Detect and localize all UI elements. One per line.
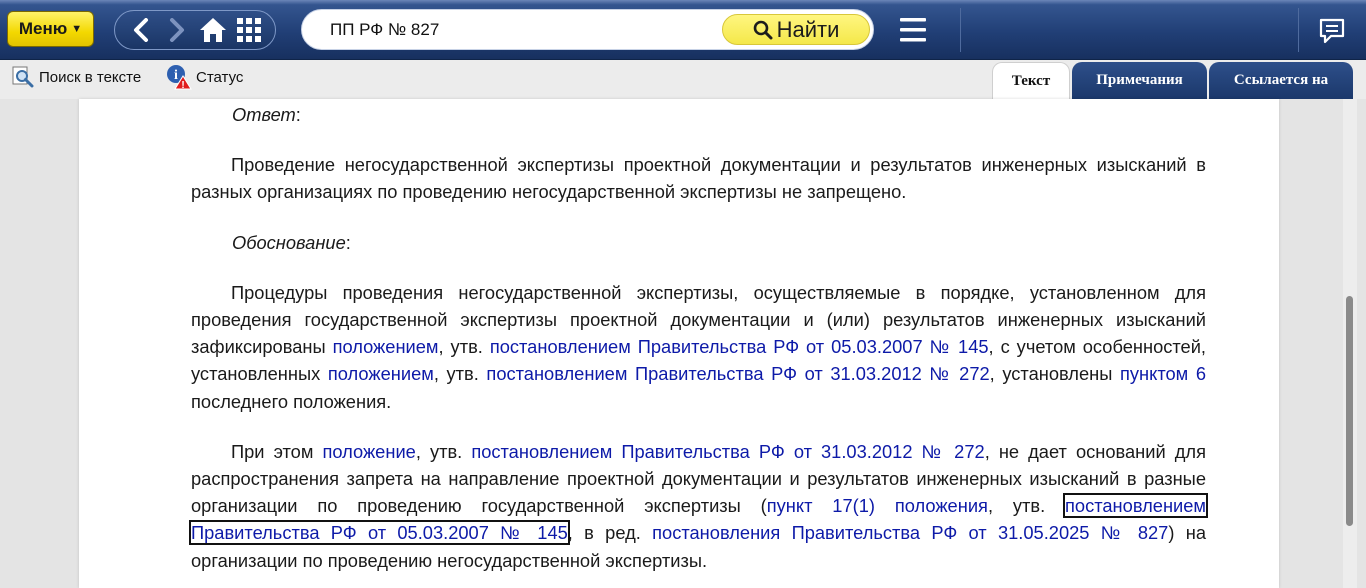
link-resolution-272[interactable]: постановлением Правительства РФ от 31.03… <box>486 363 989 384</box>
toolbar-separator <box>1298 8 1299 52</box>
home-button[interactable] <box>198 15 228 45</box>
status-button[interactable]: i ! Статус <box>166 65 244 90</box>
menu-button-label: Меню <box>18 19 68 38</box>
tab-text[interactable]: Текст <box>992 62 1070 99</box>
document-content: Ответ: Проведение негосударственной эксп… <box>189 101 1208 588</box>
link-point-6[interactable]: пунктом 6 <box>1120 363 1206 384</box>
chat-icon <box>1319 18 1345 44</box>
info-warning-icon: i ! <box>167 65 192 90</box>
tab-references[interactable]: Ссылается на <box>1209 62 1353 99</box>
top-bar: Меню ▼ Найти <box>0 0 1366 60</box>
find-button-label: Найти <box>776 16 840 42</box>
grid-button[interactable] <box>234 15 264 45</box>
basis-label: Обоснование <box>232 231 346 253</box>
toolbar-separator <box>960 8 961 52</box>
answer-heading: Ответ: <box>232 104 301 125</box>
document-page: Ответ: Проведение негосударственной эксп… <box>79 99 1279 588</box>
search-input[interactable] <box>330 10 710 49</box>
back-button[interactable] <box>126 15 156 45</box>
chat-button[interactable] <box>1312 14 1352 48</box>
home-icon <box>200 18 226 42</box>
navigation-group <box>114 10 276 50</box>
svg-text:!: ! <box>181 80 184 90</box>
link-regulation-272[interactable]: положением <box>328 363 434 384</box>
chevron-left-icon <box>134 18 148 42</box>
hamburger-icon <box>900 18 926 42</box>
document-area: Ответ: Проведение негосударственной эксп… <box>0 99 1366 588</box>
status-label: Статус <box>196 68 244 86</box>
magnifier-doc-icon <box>12 66 34 88</box>
link-point-17-1[interactable]: пункт 17(1) положения <box>767 495 988 516</box>
chevron-right-icon <box>170 18 184 42</box>
link-regulation[interactable]: положением <box>333 336 439 357</box>
caret-down-icon: ▼ <box>71 23 83 35</box>
link-resolution-827[interactable]: постановления Правительства РФ от 31.05.… <box>652 522 1168 543</box>
hamburger-button[interactable] <box>896 14 932 46</box>
link-resolution-272-2[interactable]: постановлением Правительства РФ от 31.03… <box>471 441 984 462</box>
link-regulation-2[interactable]: положение <box>322 441 415 462</box>
tab-notes[interactable]: Примечания <box>1072 62 1207 99</box>
document-tabs: Текст Примечания Ссылается на <box>992 62 1355 99</box>
find-button[interactable]: Найти <box>722 14 870 45</box>
magnifier-icon <box>753 20 773 39</box>
vertical-scrollbar[interactable] <box>1343 99 1357 588</box>
basis-heading: Обоснование: <box>232 231 351 253</box>
basis-paragraph-1: Процедуры проведения негосударственной э… <box>191 281 1206 412</box>
svg-text:i: i <box>174 68 178 83</box>
search-in-text-label: Поиск в тексте <box>39 68 142 86</box>
search-box: Найти <box>301 9 874 50</box>
basis-paragraph-2: При этом положение, утв. постановлением … <box>189 440 1208 571</box>
search-in-text-button[interactable]: Поиск в тексте <box>11 66 141 88</box>
scrollbar-thumb[interactable] <box>1346 296 1353 526</box>
grid-icon <box>237 18 261 42</box>
forward-button[interactable] <box>162 15 192 45</box>
menu-button[interactable]: Меню ▼ <box>7 11 94 47</box>
answer-label: Ответ <box>232 104 296 125</box>
answer-paragraph: Проведение негосударственной экспертизы … <box>191 154 1206 203</box>
link-resolution-145[interactable]: постановлением Правительства РФ от 05.03… <box>490 336 989 357</box>
